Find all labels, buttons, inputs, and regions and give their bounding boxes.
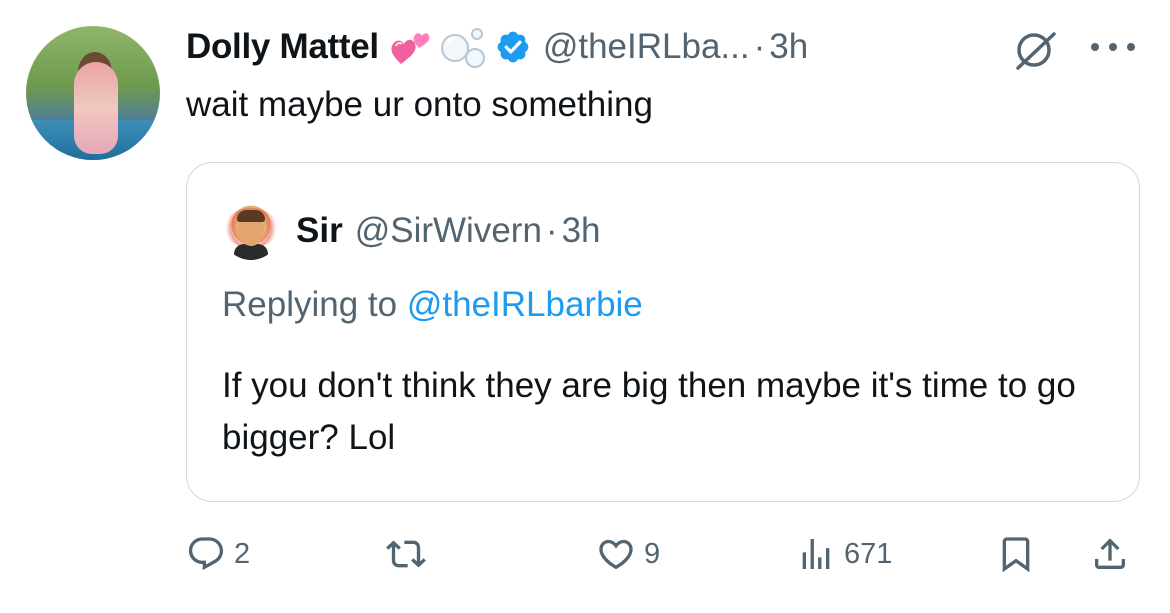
- avatar-figure: [74, 62, 118, 154]
- tweet-timestamp[interactable]: 3h: [769, 27, 808, 67]
- bookmark-icon: [1002, 537, 1030, 573]
- views-count: 671: [844, 537, 893, 570]
- like-count: 9: [644, 537, 661, 570]
- tweet-action-bar: 2 9 671: [0, 524, 1170, 588]
- reply-icon: [188, 537, 224, 571]
- separator-dot: ·: [545, 211, 558, 250]
- avatar-hair: [237, 210, 265, 222]
- more-icon[interactable]: [1088, 40, 1138, 54]
- author-display-name[interactable]: Dolly Mattel: [186, 27, 379, 67]
- author-avatar[interactable]: [26, 26, 160, 160]
- bookmark-button[interactable]: [996, 534, 1036, 574]
- verified-badge-icon[interactable]: [495, 29, 531, 65]
- reply-count: 2: [234, 537, 251, 570]
- retweet-icon: [386, 540, 426, 568]
- retweet-button[interactable]: [386, 534, 426, 574]
- tweet-text: wait maybe ur onto something: [186, 85, 653, 124]
- quoted-author-display-name[interactable]: Sir: [296, 211, 343, 251]
- quoted-tweet-header: Sir @SirWivern · 3h: [296, 206, 601, 256]
- share-icon: [1095, 538, 1125, 569]
- like-icon: [599, 539, 633, 570]
- share-button[interactable]: [1090, 534, 1130, 574]
- grok-icon[interactable]: [1012, 28, 1058, 72]
- avatar-body: [234, 244, 268, 260]
- replying-to-mention-link[interactable]: @theIRLbarbie: [407, 285, 643, 324]
- views-button[interactable]: 671: [796, 534, 892, 574]
- replying-to-line: Replying to @theIRLbarbie: [222, 282, 643, 328]
- bubbles-emoji-icon: [440, 28, 485, 68]
- like-button[interactable]: 9: [596, 534, 660, 574]
- reply-button[interactable]: 2: [186, 534, 250, 574]
- separator-dot: ·: [753, 27, 766, 66]
- quoted-tweet-text: If you don't think they are big then may…: [222, 366, 1076, 457]
- quoted-author-avatar[interactable]: [222, 202, 280, 260]
- two-hearts-emoji-icon: [391, 33, 430, 64]
- tweet-header: Dolly Mattel @theIRLba... · 3h: [186, 22, 808, 72]
- quoted-author-handle[interactable]: @SirWivern: [355, 211, 542, 251]
- author-handle[interactable]: @theIRLba...: [543, 27, 750, 67]
- views-icon: [802, 539, 830, 569]
- quoted-tweet-timestamp[interactable]: 3h: [562, 211, 601, 251]
- replying-to-label: Replying to: [222, 285, 407, 324]
